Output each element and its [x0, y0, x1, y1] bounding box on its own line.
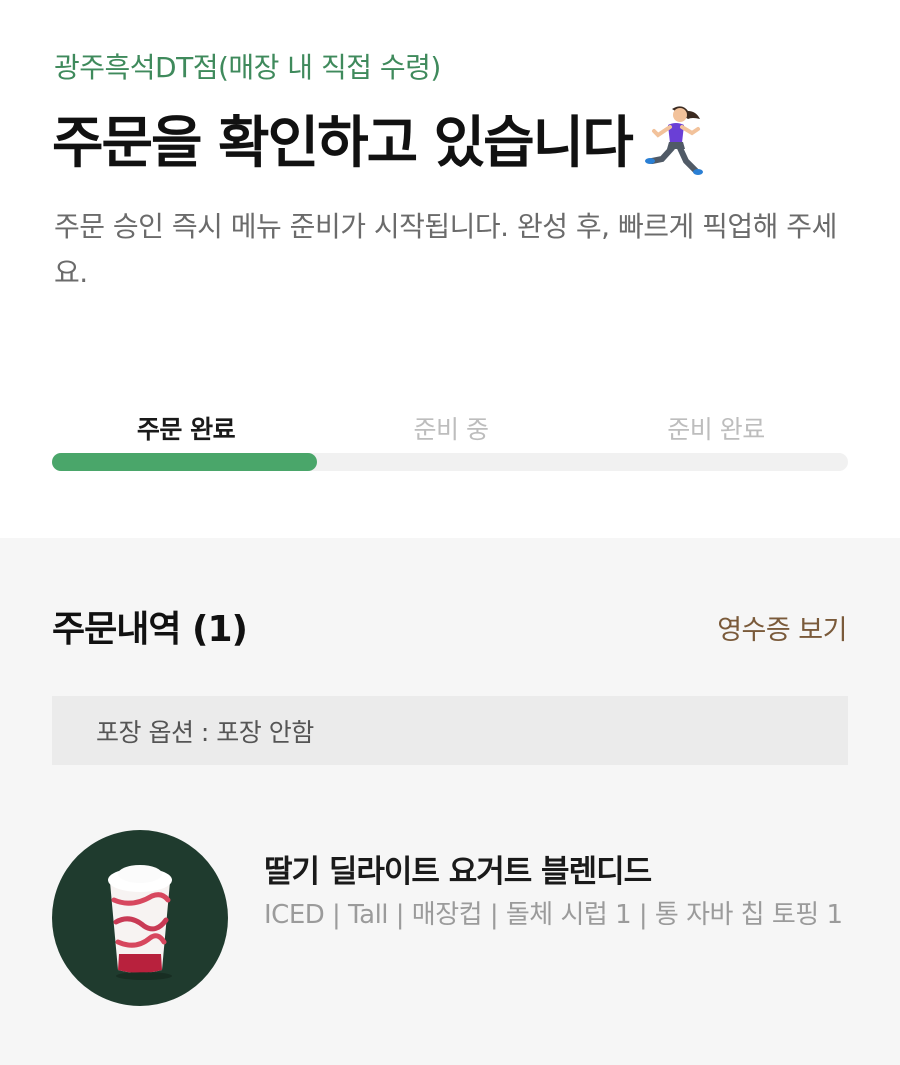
order-progress-fill — [52, 453, 318, 471]
packaging-option-text: 포장 옵션 : 포장 안함 — [96, 718, 314, 747]
view-receipt-link[interactable]: 영수증 보기 — [717, 608, 847, 647]
drink-thumbnail — [52, 830, 228, 1006]
order-history-title: 주문내역 (1) — [52, 609, 248, 650]
order-status-header: 광주흑석DT점(매장 내 직접 수령) 주문을 확인하고 있습니다 주문 승인 … — [0, 0, 900, 538]
order-status-screen: 광주흑석DT점(매장 내 직접 수령) 주문을 확인하고 있습니다 주문 승인 … — [0, 0, 900, 1065]
order-guide-text: 주문 승인 즉시 메뉴 준비가 시작됩니다. 완성 후, 빠르게 픽업해 주세요… — [54, 210, 837, 289]
strawberry-yogurt-drink-image — [108, 865, 172, 980]
step-order-complete: 주문 완료 — [136, 415, 236, 444]
store-name: 광주흑석DT점(매장 내 직접 수령) — [54, 51, 441, 84]
running-woman-icon — [642, 103, 706, 175]
step-ready: 준비 완료 — [667, 415, 765, 444]
drink-name: 딸기 딜라이트 요거트 블렌디드 — [264, 854, 652, 890]
drink-options: ICED | Tall | 매장컵 | 돌체 시럽 1 | 통 자바 칩 토핑 … — [264, 900, 843, 930]
step-preparing: 준비 중 — [413, 415, 489, 444]
headline-row: 주문을 확인하고 있습니다 — [52, 98, 706, 179]
order-progress-bar — [52, 453, 848, 471]
page-title: 주문을 확인하고 있습니다 — [52, 111, 634, 176]
packaging-option-box: 포장 옵션 : 포장 안함 — [52, 696, 848, 765]
